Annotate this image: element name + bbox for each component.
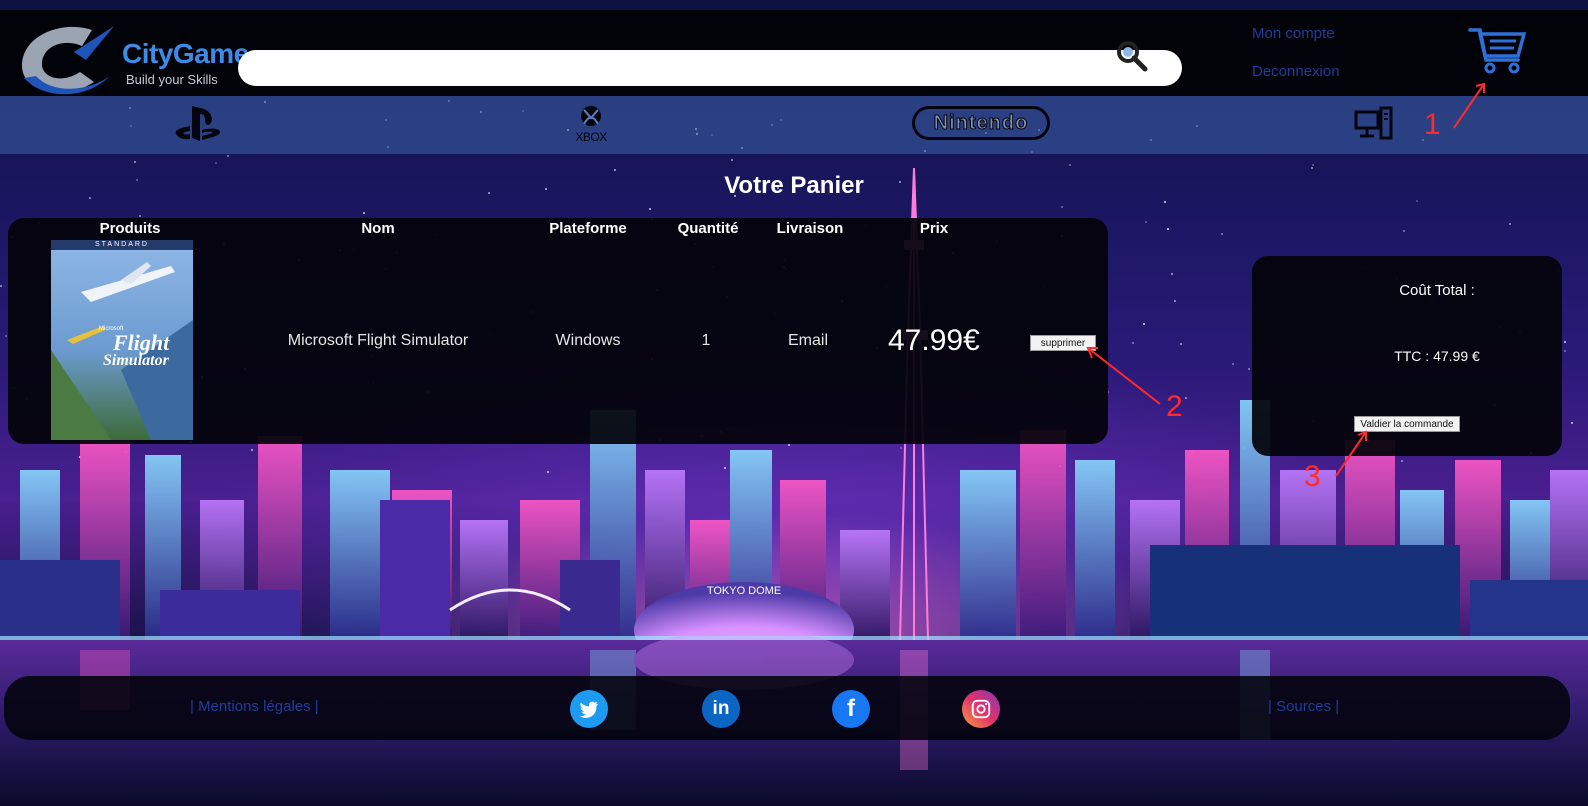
facebook-icon[interactable]: f [832,690,870,728]
legal-notice-link[interactable]: | Mentions légales | [190,698,319,715]
cover-edition: STANDARD [95,241,149,248]
annotation-label-1: 1 [1424,108,1441,141]
xbox-logo-mark [581,106,601,126]
citygame-logo-icon [22,26,114,95]
xbox-label: XBOX [575,130,607,144]
platform-nav: XBOX Nintendo [0,96,1588,154]
column-header-name: Nom [361,220,395,237]
annotation-label-2: 2 [1166,390,1183,423]
product-platform: Windows [555,332,621,349]
tokyo-dome-label: TOKYO DOME [707,585,781,597]
order-summary: Coût Total : TTC : 47.99 € Valdier la co… [1252,256,1562,456]
pc-icon[interactable] [1354,104,1394,144]
nintendo-label: Nintendo [933,111,1029,134]
logout-link[interactable]: Deconnexion [1252,63,1340,80]
cart-table: Produits Nom Plateforme Quantité Livrais… [8,218,1108,444]
xbox-icon[interactable]: XBOX [566,104,616,144]
validate-order-button[interactable]: Valdier la commande [1354,416,1460,432]
linkedin-icon[interactable]: in [702,690,740,728]
annotation-label-3: 3 [1304,460,1321,493]
playstation-icon[interactable] [174,104,222,144]
nintendo-icon[interactable]: Nintendo [912,106,1050,140]
column-header-products: Produits [99,220,161,237]
product-delivery: Email [787,332,828,349]
product-price: 47.99€ [888,324,980,357]
brand-title: CityGame [122,38,249,69]
brand-logo[interactable]: CityGame Build your Skills [14,22,249,102]
account-link[interactable]: Mon compte [1252,25,1335,42]
total-ttc: TTC : 47.99 € [1394,348,1480,364]
column-header-price: Prix [919,220,949,237]
brand-tagline: Build your Skills [126,72,218,87]
top-navbar: CityGame Build your Skills [0,10,1588,96]
sources-link[interactable]: | Sources | [1268,698,1339,715]
cart-icon[interactable] [1468,26,1528,76]
instagram-camera-glyph [971,699,991,719]
page: TOKYO DOME CityGame Build your Skills Mo… [0,0,1588,806]
search-input[interactable] [238,50,1182,86]
instagram-icon[interactable] [962,690,1000,728]
twitter-bird-glyph [579,701,599,718]
search-icon[interactable] [1114,38,1150,74]
column-header-platform: Plateforme [549,220,627,237]
cover-title-line2: Simulator [103,352,169,369]
twitter-icon[interactable] [570,690,608,728]
product-quantity: 1 [701,332,711,349]
product-name: Microsoft Flight Simulator [287,332,469,349]
column-header-delivery: Livraison [776,220,844,237]
column-header-quantity: Quantité [677,220,739,237]
page-title: Votre Panier [724,172,864,199]
product-cover-image[interactable]: STANDARD Microsoft Flight Simulator [51,240,193,440]
remove-item-button[interactable]: supprimer [1030,335,1096,351]
total-cost-label: Coût Total : [1399,282,1475,299]
footer: | Mentions légales | in f | Sources | [4,676,1570,740]
